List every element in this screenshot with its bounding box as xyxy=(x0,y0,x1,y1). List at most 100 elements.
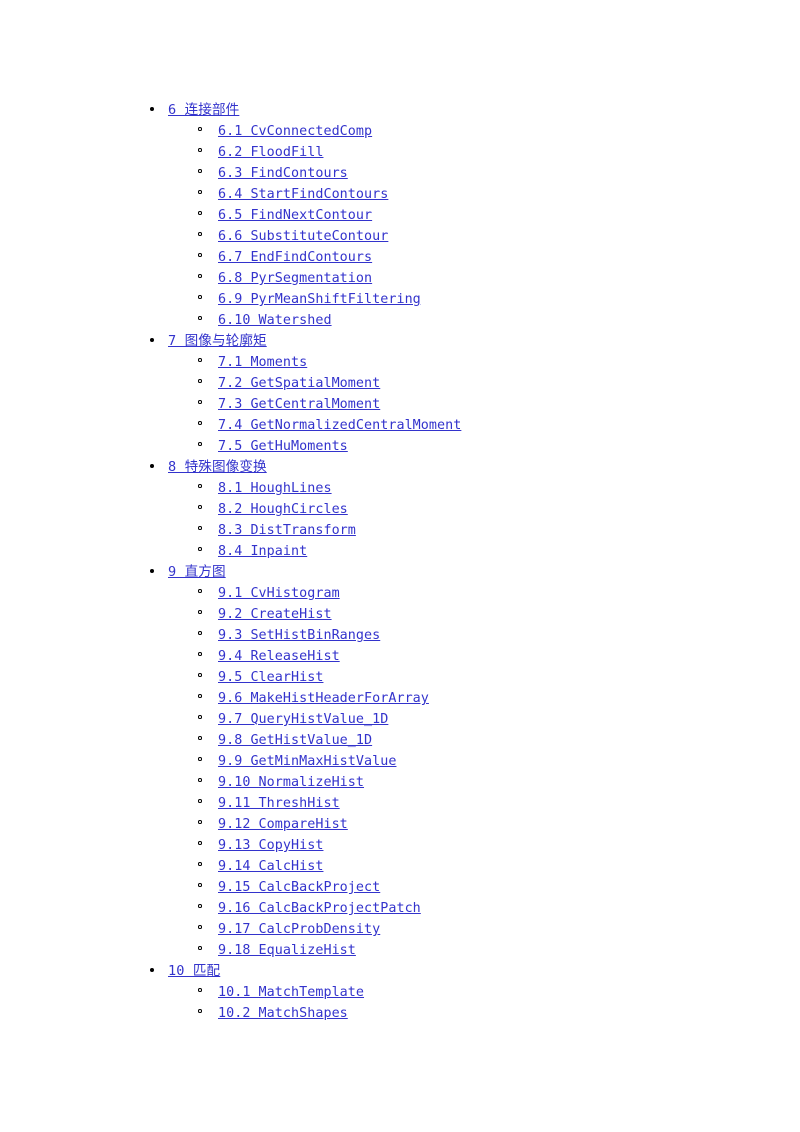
toc-subsection-list: 7.1 Moments 7.2 GetSpatialMoment 7.3 GetCe… xyxy=(0,350,800,455)
toc-section-row: 8 特殊图像变换 xyxy=(0,455,800,476)
toc-entry-link[interactable]: 8.2 HoughCircles xyxy=(218,502,348,517)
toc-entry-link[interactable]: 7.3 GetCentralMoment xyxy=(218,397,380,412)
toc-subsection-list: 9.1 CvHistogram 9.2 CreateHist 9.3 SetHist… xyxy=(0,581,800,959)
toc-entry: 9.15 CalcBackProject xyxy=(0,875,800,896)
toc-entry-link[interactable]: 7.1 Moments xyxy=(218,355,307,370)
toc-entry-link[interactable]: 6.9 PyrMeanShiftFiltering xyxy=(218,292,421,307)
toc-entry-link[interactable]: 9.18 EqualizeHist xyxy=(218,943,356,958)
toc-section-link[interactable]: 10 匹配 xyxy=(168,963,220,979)
toc-entry: 9.5 ClearHist xyxy=(0,665,800,686)
toc-section-link[interactable]: 8 特殊图像变换 xyxy=(168,459,267,475)
toc-entry: 9.10 NormalizeHist xyxy=(0,770,800,791)
toc-entry: 9.18 EqualizeHist xyxy=(0,938,800,959)
toc-entry-link[interactable]: 9.14 CalcHist xyxy=(218,859,323,874)
toc-entry: 8.1 HoughLines xyxy=(0,476,800,497)
toc-entry-link[interactable]: 9.1 CvHistogram xyxy=(218,586,340,601)
toc-section-row: 6 连接部件 xyxy=(0,98,800,119)
toc-entry: 9.12 CompareHist xyxy=(0,812,800,833)
toc-entry: 6.9 PyrMeanShiftFiltering xyxy=(0,287,800,308)
toc-entry-link[interactable]: 9.17 CalcProbDensity xyxy=(218,922,380,937)
toc-entry-link[interactable]: 9.6 MakeHistHeaderForArray xyxy=(218,691,429,706)
toc-entry-link[interactable]: 7.4 GetNormalizedCentralMoment xyxy=(218,418,461,433)
toc-entry: 6.5 FindNextContour xyxy=(0,203,800,224)
toc-section-row: 10 匹配 xyxy=(0,959,800,980)
document-page: 6 连接部件 6.1 CvConnectedComp 6.2 FloodFill 6.… xyxy=(0,0,800,1132)
toc-entry: 6.2 FloodFill xyxy=(0,140,800,161)
toc-entry: 6.10 Watershed xyxy=(0,308,800,329)
toc-subsection-list: 8.1 HoughLines 8.2 HoughCircles 8.3 DistTr… xyxy=(0,476,800,560)
toc-section: 7 图像与轮廓矩 7.1 Moments 7.2 GetSpatialMoment 7… xyxy=(0,329,800,455)
toc-section: 6 连接部件 6.1 CvConnectedComp 6.2 FloodFill 6.… xyxy=(0,98,800,329)
toc-section-link[interactable]: 7 图像与轮廓矩 xyxy=(168,333,267,349)
toc-entry: 8.4 Inpaint xyxy=(0,539,800,560)
toc-entry-link[interactable]: 9.11 ThreshHist xyxy=(218,796,340,811)
toc-entry-link[interactable]: 9.4 ReleaseHist xyxy=(218,649,340,664)
toc-entry-link[interactable]: 8.4 Inpaint xyxy=(218,544,307,559)
toc-entry-link[interactable]: 6.8 PyrSegmentation xyxy=(218,271,372,286)
toc-entry: 7.5 GetHuMoments xyxy=(0,434,800,455)
toc-entry: 9.17 CalcProbDensity xyxy=(0,917,800,938)
toc-entry: 9.1 CvHistogram xyxy=(0,581,800,602)
toc-entry: 9.9 GetMinMaxHistValue xyxy=(0,749,800,770)
toc-entry-link[interactable]: 6.2 FloodFill xyxy=(218,145,323,160)
toc-entry-link[interactable]: 7.2 GetSpatialMoment xyxy=(218,376,380,391)
toc-entry-link[interactable]: 10.1 MatchTemplate xyxy=(218,985,364,1000)
toc-entry: 9.3 SetHistBinRanges xyxy=(0,623,800,644)
toc-subsection-list: 6.1 CvConnectedComp 6.2 FloodFill 6.3 Find… xyxy=(0,119,800,329)
toc-entry: 6.3 FindContours xyxy=(0,161,800,182)
toc-entry: 10.1 MatchTemplate xyxy=(0,980,800,1001)
toc-entry: 9.13 CopyHist xyxy=(0,833,800,854)
toc-entry-link[interactable]: 7.5 GetHuMoments xyxy=(218,439,348,454)
toc-entry: 9.7 QueryHistValue_1D xyxy=(0,707,800,728)
toc-entry-link[interactable]: 10.2 MatchShapes xyxy=(218,1006,348,1021)
toc-entry-link[interactable]: 9.10 NormalizeHist xyxy=(218,775,364,790)
toc-entry: 7.3 GetCentralMoment xyxy=(0,392,800,413)
toc-entry: 9.11 ThreshHist xyxy=(0,791,800,812)
toc-entry-link[interactable]: 6.10 Watershed xyxy=(218,313,332,328)
toc-entry-link[interactable]: 6.7 EndFindContours xyxy=(218,250,372,265)
toc-entry-link[interactable]: 6.6 SubstituteContour xyxy=(218,229,388,244)
toc-entry: 9.16 CalcBackProjectPatch xyxy=(0,896,800,917)
toc-entry-link[interactable]: 9.7 QueryHistValue_1D xyxy=(218,712,388,727)
toc-entry-link[interactable]: 6.3 FindContours xyxy=(218,166,348,181)
toc-entry-link[interactable]: 9.16 CalcBackProjectPatch xyxy=(218,901,421,916)
toc-entry-link[interactable]: 9.15 CalcBackProject xyxy=(218,880,380,895)
toc-section-link[interactable]: 6 连接部件 xyxy=(168,102,239,118)
toc-entry-link[interactable]: 6.4 StartFindContours xyxy=(218,187,388,202)
toc-entry-link[interactable]: 6.1 CvConnectedComp xyxy=(218,124,372,139)
toc-entry-link[interactable]: 9.9 GetMinMaxHistValue xyxy=(218,754,396,769)
toc-entry: 9.14 CalcHist xyxy=(0,854,800,875)
toc-entry-link[interactable]: 9.12 CompareHist xyxy=(218,817,348,832)
toc-section-row: 7 图像与轮廓矩 xyxy=(0,329,800,350)
toc-entry-link[interactable]: 9.13 CopyHist xyxy=(218,838,323,853)
toc-entry-link[interactable]: 9.8 GetHistValue_1D xyxy=(218,733,372,748)
toc-entry-link[interactable]: 6.5 FindNextContour xyxy=(218,208,372,223)
toc-entry: 10.2 MatchShapes xyxy=(0,1001,800,1022)
toc-section: 9 直方图 9.1 CvHistogram 9.2 CreateHist 9.3 Se… xyxy=(0,560,800,959)
toc-entry: 6.4 StartFindContours xyxy=(0,182,800,203)
toc-entry: 7.2 GetSpatialMoment xyxy=(0,371,800,392)
toc-section: 10 匹配 10.1 MatchTemplate 10.2 MatchShapes xyxy=(0,959,800,1022)
toc-section: 8 特殊图像变换 8.1 HoughLines 8.2 HoughCircles 8.… xyxy=(0,455,800,560)
toc-entry: 9.4 ReleaseHist xyxy=(0,644,800,665)
toc-entry: 6.6 SubstituteContour xyxy=(0,224,800,245)
toc-entry-link[interactable]: 9.2 CreateHist xyxy=(218,607,332,622)
toc-subsection-list: 10.1 MatchTemplate 10.2 MatchShapes xyxy=(0,980,800,1022)
table-of-contents: 6 连接部件 6.1 CvConnectedComp 6.2 FloodFill 6.… xyxy=(0,98,800,1022)
toc-entry: 7.4 GetNormalizedCentralMoment xyxy=(0,413,800,434)
toc-entry: 6.8 PyrSegmentation xyxy=(0,266,800,287)
toc-entry-link[interactable]: 8.3 DistTransform xyxy=(218,523,356,538)
toc-entry: 7.1 Moments xyxy=(0,350,800,371)
toc-entry: 9.6 MakeHistHeaderForArray xyxy=(0,686,800,707)
toc-entry: 8.3 DistTransform xyxy=(0,518,800,539)
toc-section-row: 9 直方图 xyxy=(0,560,800,581)
toc-entry: 9.8 GetHistValue_1D xyxy=(0,728,800,749)
toc-entry: 8.2 HoughCircles xyxy=(0,497,800,518)
toc-entry: 6.7 EndFindContours xyxy=(0,245,800,266)
toc-entry-link[interactable]: 8.1 HoughLines xyxy=(218,481,332,496)
toc-entry-link[interactable]: 9.3 SetHistBinRanges xyxy=(218,628,380,643)
toc-entry-link[interactable]: 9.5 ClearHist xyxy=(218,670,323,685)
toc-section-link[interactable]: 9 直方图 xyxy=(168,564,226,580)
toc-entry: 9.2 CreateHist xyxy=(0,602,800,623)
toc-entry: 6.1 CvConnectedComp xyxy=(0,119,800,140)
